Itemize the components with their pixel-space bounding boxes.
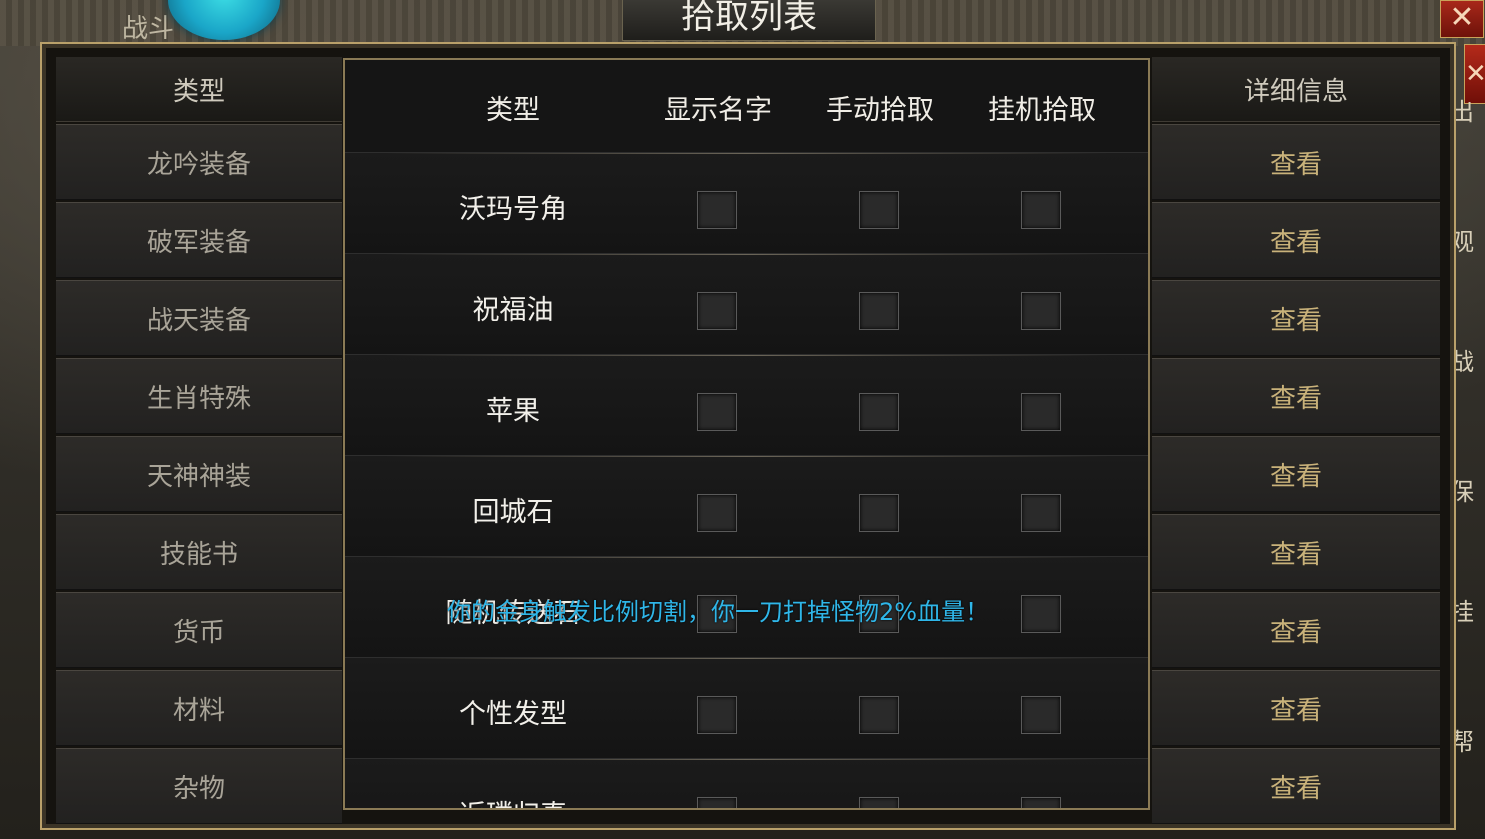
header-auto-pick: 挂机拾取 xyxy=(988,95,1096,126)
category-item[interactable]: 货币 xyxy=(56,592,342,668)
close-icon[interactable]: ✕ xyxy=(1440,0,1484,38)
category-item[interactable]: 天神神装 xyxy=(56,436,342,512)
header-manual-pick: 手动拾取 xyxy=(826,95,934,126)
pickup-list-popup: 类型 显示名字 手动拾取 挂机拾取 沃玛号角 祝福油 苹果 回城石 随机传送石 … xyxy=(343,58,1150,810)
background-tab-label: 战斗 xyxy=(122,14,175,44)
manual-pick-checkbox[interactable] xyxy=(859,494,899,532)
category-item[interactable]: 生肖特殊 xyxy=(56,358,342,434)
auto-pick-checkbox[interactable] xyxy=(1021,696,1061,734)
item-name: 回城石 xyxy=(472,497,554,528)
show-name-checkbox[interactable] xyxy=(697,292,737,330)
detail-header: 详细信息 xyxy=(1152,57,1440,122)
manual-pick-checkbox[interactable] xyxy=(859,393,899,431)
category-item[interactable]: 龙吟装备 xyxy=(56,124,342,200)
show-name-checkbox[interactable] xyxy=(697,696,737,734)
pickup-row: 回城石 xyxy=(345,455,1148,557)
category-item[interactable]: 杂物 xyxy=(56,748,342,824)
manual-pick-checkbox[interactable] xyxy=(859,292,899,330)
auto-pick-checkbox[interactable] xyxy=(1021,595,1061,633)
auto-pick-checkbox[interactable] xyxy=(1021,494,1061,532)
auto-pick-checkbox[interactable] xyxy=(1021,191,1061,229)
category-item[interactable]: 材料 xyxy=(56,670,342,746)
view-button[interactable]: 查看 xyxy=(1152,124,1440,200)
pickup-row: 个性发型 xyxy=(345,657,1148,759)
header-type: 类型 xyxy=(486,95,540,126)
category-item[interactable]: 破军装备 xyxy=(56,202,342,278)
popup-header-row: 类型 显示名字 手动拾取 挂机拾取 xyxy=(345,60,1148,152)
category-item[interactable]: 战天装备 xyxy=(56,280,342,356)
view-button[interactable]: 查看 xyxy=(1152,202,1440,278)
category-header: 类型 xyxy=(56,57,342,122)
view-button[interactable]: 查看 xyxy=(1152,592,1440,668)
item-name: 祝福油 xyxy=(472,295,554,326)
header-show-name: 显示名字 xyxy=(664,95,772,126)
view-button[interactable]: 查看 xyxy=(1152,280,1440,356)
window-title: 拾取列表 xyxy=(622,0,876,41)
manual-pick-checkbox[interactable] xyxy=(859,191,899,229)
pickup-row: 苹果 xyxy=(345,354,1148,456)
show-name-checkbox[interactable] xyxy=(697,191,737,229)
side-close-icon[interactable]: ✕ xyxy=(1464,44,1485,104)
item-name: 苹果 xyxy=(486,396,540,427)
view-button[interactable]: 查看 xyxy=(1152,514,1440,590)
combat-toast-message: 你的金身触发比例切割，你一刀打掉怪物2%血量！ xyxy=(447,598,990,626)
item-name: 沃玛号角 xyxy=(459,194,567,225)
view-button[interactable]: 查看 xyxy=(1152,748,1440,824)
view-button[interactable]: 查看 xyxy=(1152,436,1440,512)
view-button[interactable]: 查看 xyxy=(1152,670,1440,746)
item-name: 返璞归真 xyxy=(443,793,583,808)
show-name-checkbox[interactable] xyxy=(697,797,737,808)
show-name-checkbox[interactable] xyxy=(697,494,737,532)
auto-pick-checkbox[interactable] xyxy=(1021,393,1061,431)
manual-pick-checkbox[interactable] xyxy=(859,797,899,808)
detail-list: 详细信息 查看 查看 查看 查看 查看 查看 查看 查看 查看 xyxy=(1152,57,1440,824)
auto-pick-checkbox[interactable] xyxy=(1021,797,1061,808)
manual-pick-checkbox[interactable] xyxy=(859,696,899,734)
category-item[interactable]: 技能书 xyxy=(56,514,342,590)
show-name-checkbox[interactable] xyxy=(697,393,737,431)
pickup-row: 沃玛号角 xyxy=(345,152,1148,254)
category-list: 类型 龙吟装备 破军装备 战天装备 生肖特殊 天神神装 技能书 货币 材料 杂物 xyxy=(56,57,342,824)
pickup-row: 返璞归真 xyxy=(345,758,1148,808)
item-name: 个性发型 xyxy=(459,699,567,730)
pickup-row: 祝福油 xyxy=(345,253,1148,355)
view-button[interactable]: 查看 xyxy=(1152,358,1440,434)
auto-pick-checkbox[interactable] xyxy=(1021,292,1061,330)
